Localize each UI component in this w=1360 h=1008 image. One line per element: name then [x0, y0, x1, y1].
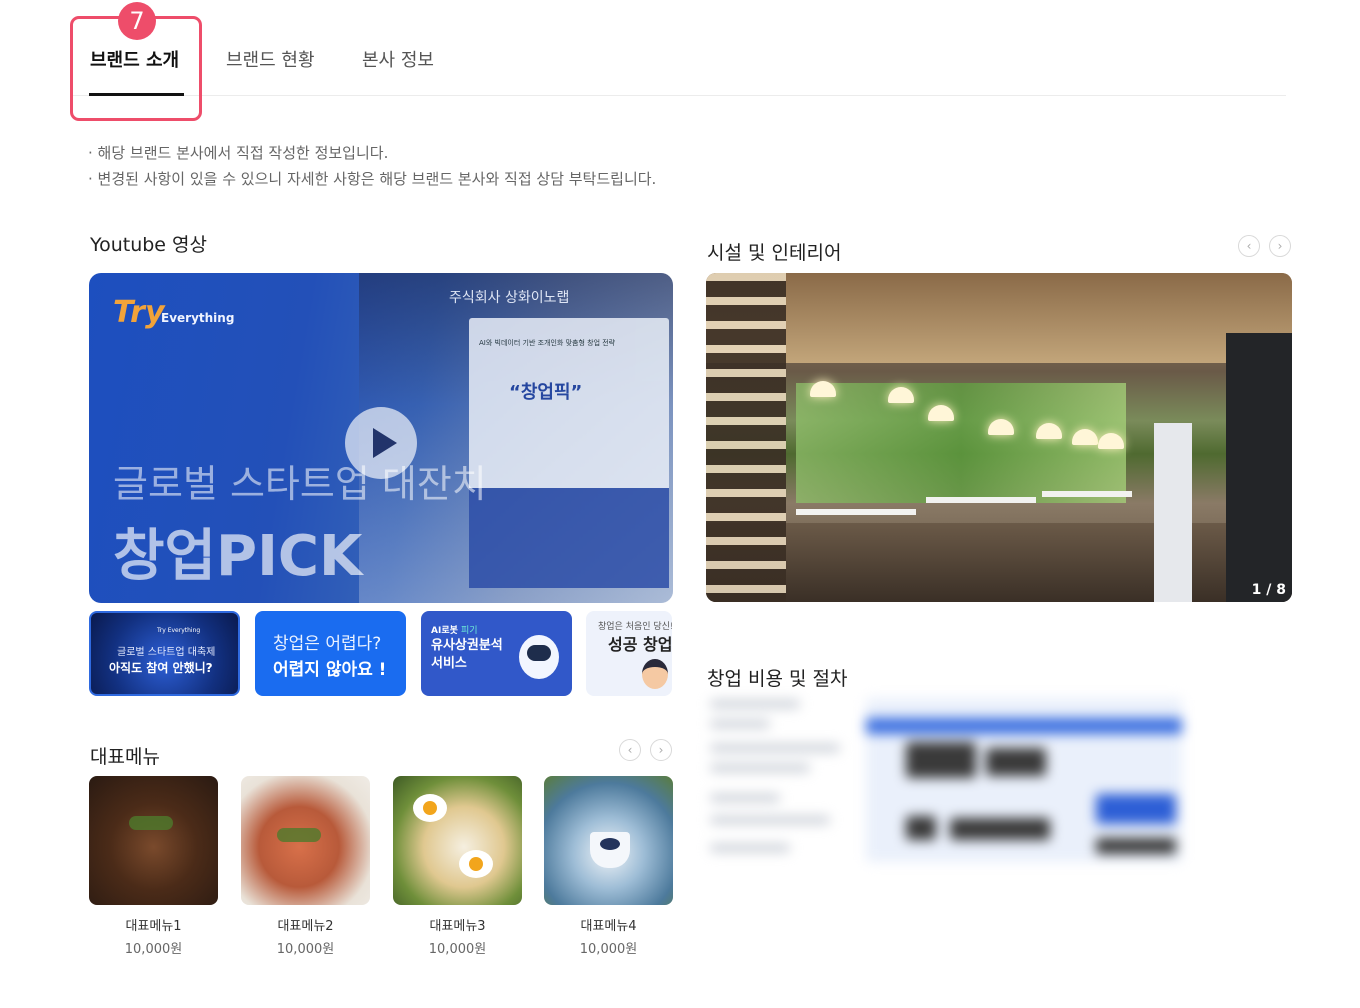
placeholder-block: [1096, 794, 1176, 824]
thumbnail-line-1: 글로벌 스타트업 대축제: [117, 647, 216, 658]
egg-decoration: [459, 850, 493, 878]
table-decoration: [926, 497, 1036, 503]
video-bigtext: 창업PICK: [113, 524, 363, 589]
cost-screenshot-placeholder: [866, 698, 1182, 862]
cost-text-placeholder: [706, 694, 846, 864]
menu-item[interactable]: 대표메뉴4 10,000원: [544, 776, 673, 957]
placeholder-line: [710, 844, 790, 852]
wood-slats-decoration: [706, 273, 786, 602]
notice-line-1: · 해당 브랜드 본사에서 직접 작성한 정보입니다.: [88, 144, 389, 162]
thumbnail-logo: Try Everything: [157, 627, 201, 634]
notice-text: · 해당 브랜드 본사에서 직접 작성한 정보입니다. · 변경된 사항이 있을…: [88, 140, 656, 192]
placeholder-line: [710, 720, 770, 728]
menu-item-price: 10,000원: [579, 942, 638, 957]
menu-image: [89, 776, 218, 905]
thumbnail-line-1-prefix: AI로봇: [431, 626, 462, 636]
video-panel-subtitle: AI와 빅데이터 기반 조개인화 맞춤형 창업 전략: [479, 339, 616, 347]
egg-decoration: [413, 794, 447, 822]
video-thumbnail-3[interactable]: AI로봇 피기 유사상권분석 서비스: [421, 611, 572, 696]
video-booth-name: 주식회사 상화이노랩: [449, 290, 570, 306]
ceiling-decoration: [706, 273, 1292, 363]
interior-prev-button[interactable]: ‹: [1238, 235, 1260, 257]
video-thumbnail-2[interactable]: 창업은 어렵다? 어렵지 않아요 !: [255, 611, 406, 696]
robot-icon: [519, 635, 559, 679]
menu-item-name: 대표메뉴1: [125, 919, 182, 934]
thumbnail-line-2: 어렵지 않아요 !: [273, 660, 387, 680]
interior-photo[interactable]: 1 / 8: [706, 273, 1292, 602]
menu-item-name: 대표메뉴4: [580, 919, 637, 934]
video-panel-dark-area: [469, 488, 669, 588]
placeholder-block: [950, 818, 1050, 840]
thumbnail-line-2: 유사상권분석 서비스: [431, 637, 503, 673]
menu-item-name: 대표메뉴3: [429, 919, 486, 934]
cost-blurred-content: [706, 694, 1186, 864]
placeholder-block: [986, 748, 1046, 776]
video-booth-panel: AI와 빅데이터 기반 조개인화 맞춤형 창업 전략 “창업픽”: [469, 318, 669, 588]
menu-next-button[interactable]: ›: [650, 739, 672, 761]
menu-item-name: 대표메뉴2: [277, 919, 334, 934]
placeholder-block: [1096, 838, 1176, 854]
garnish-decoration: [129, 816, 173, 830]
placeholder-block: [906, 742, 976, 778]
placeholder-line: [710, 794, 780, 802]
thumbnail-line-2a: 유사상권분석: [431, 638, 503, 653]
menu-image: [544, 776, 673, 905]
youtube-video-player[interactable]: 주식회사 상화이노랩 AI와 빅데이터 기반 조개인화 맞춤형 창업 전략 “창…: [89, 273, 673, 603]
placeholder-line: [710, 744, 840, 752]
thumbnail-line-1: AI로봇 피기: [431, 623, 478, 636]
menu-item-price: 10,000원: [124, 942, 183, 957]
person-icon: [642, 659, 668, 689]
floor-decoration: [706, 523, 1292, 602]
notice-line-2: · 변경된 사항이 있을 수 있으니 자세한 사항은 해당 브랜드 본사와 직접…: [88, 170, 657, 188]
garnish-decoration: [277, 828, 321, 842]
slide-counter: 1 / 8: [1251, 582, 1286, 598]
thumbnail-line-1: 창업은 어렵다?: [273, 634, 382, 654]
table-decoration: [1042, 491, 1132, 497]
thumbnail-line-2: 아직도 참여 안했니?: [109, 661, 213, 675]
menu-item[interactable]: 대표메뉴2 10,000원: [241, 776, 370, 957]
dark-wall-decoration: [1226, 333, 1292, 602]
menu-prev-button[interactable]: ‹: [619, 739, 641, 761]
placeholder-line: [710, 700, 800, 708]
tab-hq-info[interactable]: 본사 정보: [362, 46, 434, 72]
menu-image: [241, 776, 370, 905]
tree-pillar-decoration: [1154, 423, 1192, 602]
youtube-section-title: Youtube 영상: [90, 234, 207, 256]
cup-decoration: [590, 832, 630, 868]
menu-item[interactable]: 대표메뉴1 10,000원: [89, 776, 218, 957]
interior-next-button[interactable]: ›: [1269, 235, 1291, 257]
thumbnail-line-1-highlight: 피기: [461, 626, 478, 636]
try-logo: Try: [113, 295, 165, 330]
placeholder-block: [906, 816, 936, 840]
menu-section-title: 대표메뉴: [90, 746, 160, 768]
menu-item-price: 10,000원: [276, 942, 335, 957]
interior-section-title: 시설 및 인테리어: [707, 242, 842, 264]
video-panel-title: “창업픽”: [509, 382, 583, 403]
step-badge: 7: [118, 2, 156, 40]
video-thumbnail-4[interactable]: 창업은 처음인 당신! 성공 창업: [586, 611, 672, 696]
table-decoration: [796, 509, 916, 515]
tab-brand-status[interactable]: 브랜드 현황: [226, 46, 315, 72]
video-thumbnail-1[interactable]: Try Everything 글로벌 스타트업 대축제 아직도 참여 안했니?: [89, 611, 240, 696]
menu-image: [393, 776, 522, 905]
placeholder-line: [710, 764, 810, 772]
play-icon[interactable]: [345, 407, 417, 479]
placeholder-line: [710, 816, 830, 824]
menu-item[interactable]: 대표메뉴3 10,000원: [393, 776, 522, 957]
menu-item-price: 10,000원: [428, 942, 487, 957]
cost-section-title: 창업 비용 및 절차: [707, 668, 848, 690]
thumbnail-line-2: 성공 창업: [608, 635, 672, 654]
brand-tabs: 브랜드 소개 브랜드 현황 본사 정보: [70, 16, 1286, 96]
everything-logo: Everything: [161, 311, 235, 325]
thumbnail-line-2b: 서비스: [431, 656, 467, 671]
video-headline: 글로벌 스타트업 대잔치: [113, 462, 487, 506]
placeholder-bar: [866, 718, 1182, 734]
